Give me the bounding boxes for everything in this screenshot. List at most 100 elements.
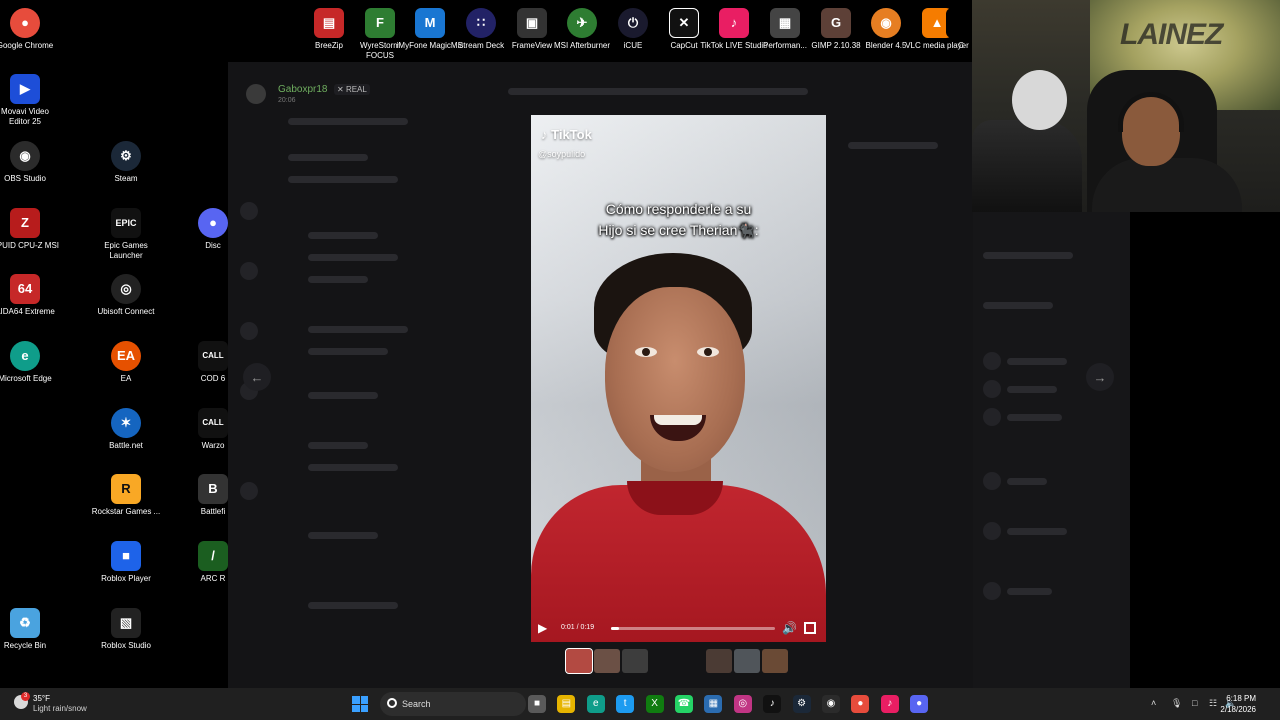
taskbar-app-edge[interactable]: e [586,695,605,713]
desktop-icon-ubisoft[interactable]: ◎ Ubisoft Connect [91,274,161,317]
desktop-icon-roblox-player[interactable]: ■ Roblox Player [91,541,161,584]
cpuz-icon: Z [10,208,40,238]
member-placeholder [1007,414,1062,421]
next-media-button[interactable]: → [1086,363,1114,391]
taskbar-search[interactable]: Search [380,692,526,716]
desktop-icon-recycle-bin[interactable]: ♻ Recycle Bin [0,608,60,651]
member-placeholder [983,302,1053,309]
microphone-icon[interactable]: 🎙 [1171,698,1182,709]
desktop-icon-rockstar[interactable]: R Rockstar Games ... [91,474,161,517]
member-avatar[interactable] [983,472,1001,490]
desktop-icon-edge[interactable]: e Microsoft Edge [0,341,60,384]
desktop-icon-roblox-studio[interactable]: ▧ Roblox Studio [91,608,161,651]
search-icon [387,698,397,708]
thumbnail[interactable] [594,649,620,673]
member-placeholder [1007,386,1057,393]
progress-bar[interactable] [611,627,775,630]
person-eye [635,347,657,357]
display-icon[interactable]: □ [1192,698,1197,708]
weather-description[interactable]: Light rain/snow [33,704,87,713]
fullscreen-icon[interactable] [804,622,816,634]
server-icon[interactable] [240,482,258,500]
channel-placeholder [308,602,398,609]
thumbnail[interactable] [762,649,788,673]
channel-placeholder [308,464,398,471]
taskbar-app-store[interactable]: ▦ [704,695,723,713]
tiktok-brand-label: TikTok [551,127,592,142]
edge-icon: e [10,341,40,371]
play-icon: ▶ [538,621,548,635]
desktop-icon-battlenet[interactable]: ✶ Battle.net [91,408,161,451]
desktop-icon-chrome[interactable]: ● Google Chrome [0,8,60,51]
taskbar-app-chrome[interactable]: ● [851,695,870,713]
thumbnail[interactable] [734,649,760,673]
taskbar-app-steam[interactable]: ⚙ [792,695,811,713]
tray-overflow-icon[interactable]: ˄ [1151,698,1156,708]
taskbar-app-discord[interactable]: ● [910,695,929,713]
network-icon[interactable]: ☷ [1209,698,1217,709]
member-placeholder [1007,358,1067,365]
channel-placeholder [308,532,378,539]
warzone-icon: CALL [198,408,228,438]
taskbar-app-xbox[interactable]: X [645,695,664,713]
post-author[interactable]: Gaboxpr18 [278,84,327,95]
person-face [605,287,745,472]
weather-temperature[interactable]: 35°F [33,694,50,703]
roblox-studio-icon: ▧ [111,608,141,638]
taskbar-app-tiktok[interactable]: ♪ [763,695,782,713]
windows-logo-icon [352,704,360,712]
volume-icon: 🔊 [782,621,797,635]
desktop-icon-epic[interactable]: EPIC Epic Games Launcher [91,208,161,261]
channel-placeholder [288,154,368,161]
start-button[interactable] [352,696,368,712]
server-icon[interactable] [240,202,258,220]
taskbar-app-obs[interactable]: ◉ [822,695,840,713]
recycle-bin-icon: ♻ [10,608,40,638]
play-button[interactable]: ▶ [538,621,552,637]
person-teeth [654,415,702,425]
arrow-left-icon: ← [250,369,264,385]
post-timestamp: 20:06 [278,97,296,104]
taskbar-app-whatsapp[interactable]: ☎ [675,695,693,713]
taskbar-app-tiktok-live[interactable]: ♪ [880,695,899,713]
whatsapp-icon: ☎ [677,698,691,709]
thumbnail[interactable] [565,648,593,674]
member-avatar[interactable] [983,352,1001,370]
ea-icon: EA [111,341,141,371]
taskbar-app-folder[interactable]: ▤ [557,695,576,713]
frameview-icon: ▣ [517,8,547,38]
taskbar-app-file-manager[interactable]: ■ [528,695,546,713]
previous-media-button[interactable]: ← [243,363,271,391]
member-avatar[interactable] [983,408,1001,426]
desktop-icon-ea[interactable]: EA EA [91,341,161,384]
desktop-icon-obs[interactable]: ◉ OBS Studio [0,141,60,184]
thumbnail[interactable] [706,649,732,673]
taskbar-app-instagram[interactable]: ◎ [733,695,752,713]
clock-date[interactable]: 2/18/2026 [1220,705,1256,714]
server-icon[interactable] [240,322,258,340]
member-avatar[interactable] [983,380,1001,398]
desktop-icon-cpuz[interactable]: ZCPUID CPU-Z MSI [0,208,60,251]
performance-icon: ▦ [770,8,800,38]
member-avatar[interactable] [983,582,1001,600]
cod-icon: CALL [198,341,228,371]
desktop-icon-aida64[interactable]: 64 AIDA64 Extreme [0,274,60,317]
taskbar-app-twitter[interactable]: t [616,695,635,713]
server-icon[interactable] [240,262,258,280]
tiktok-watermark: ♪ TikTok [541,127,592,142]
thumbnail[interactable] [622,649,648,673]
windows-logo-icon [360,704,368,712]
volume-button[interactable]: 🔊 [782,621,797,635]
desktop-icon-steam[interactable]: ⚙ Steam [91,141,161,184]
author-avatar[interactable] [246,84,266,104]
desktop-icon-movavi[interactable]: ▶ Movavi Video Editor 25 [0,74,60,127]
video-player[interactable]: ♪ TikTok @soypulido Cómo responderle a s… [531,115,826,642]
webcam-helmet [1012,70,1067,130]
ubisoft-icon: ◎ [111,274,141,304]
clock-time[interactable]: 6:18 PM [1226,694,1256,703]
banner-placeholder [508,88,808,95]
member-avatar[interactable] [983,522,1001,540]
discord-icon: ● [916,698,923,709]
taskbar: 3 35°F Light rain/snow Search ■ ▤ e t X ☎ ▦ ◎ ♪ ⚙… [0,688,1280,720]
arrow-right-icon: → [1093,369,1107,385]
